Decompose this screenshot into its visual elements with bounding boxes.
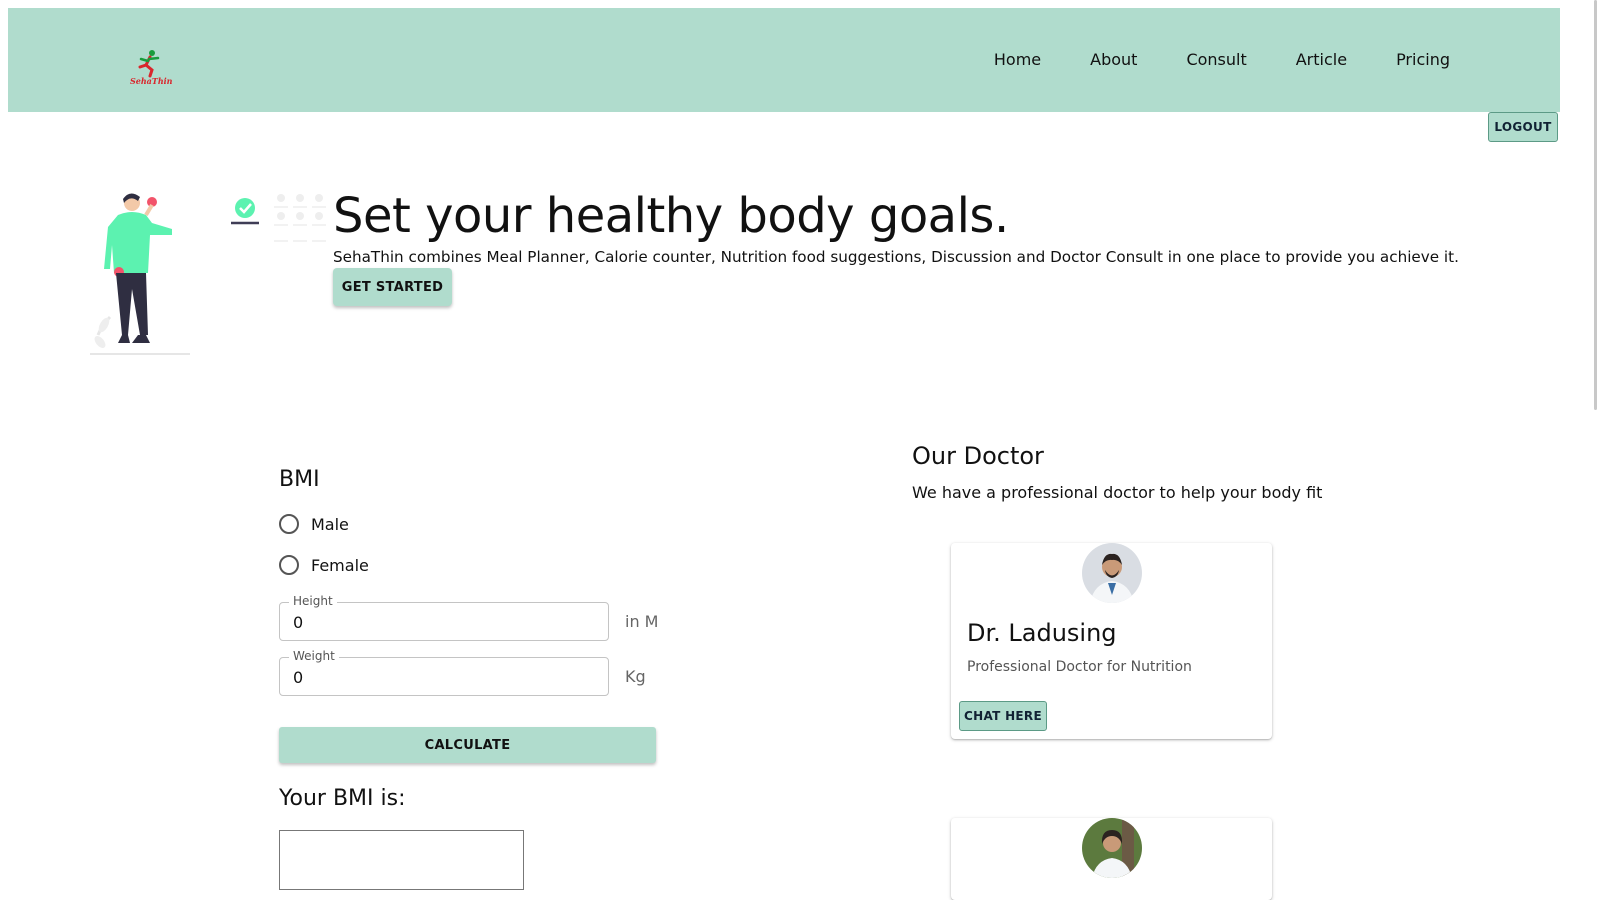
height-label: Height — [289, 594, 337, 608]
doctor-avatar — [1082, 543, 1142, 603]
top-navbar: SehaThin Home About Consult Article Pric… — [8, 8, 1560, 112]
radio-circle-icon[interactable] — [279, 555, 299, 575]
weight-label: Weight — [289, 649, 339, 663]
runner-logo-icon — [138, 50, 160, 78]
height-value[interactable]: 0 — [293, 613, 303, 632]
nav-links: Home About Consult Article Pricing — [945, 50, 1450, 69]
radio-circle-icon[interactable] — [279, 514, 299, 534]
nav-link-article[interactable]: Article — [1296, 50, 1347, 69]
nav-link-consult[interactable]: Consult — [1186, 50, 1246, 69]
scrollbar-thumb[interactable] — [1594, 0, 1597, 410]
brand-logo-text: SehaThin — [130, 76, 173, 86]
doctor-role: Professional Doctor for Nutrition — [967, 659, 1192, 675]
weight-unit: Kg — [625, 667, 646, 686]
weight-input[interactable]: Weight 0 — [279, 649, 609, 696]
gender-option-female[interactable]: Female — [279, 555, 369, 575]
doctor-avatar — [1082, 818, 1142, 878]
bmi-section-title: BMI — [279, 467, 320, 492]
logout-button[interactable]: LOGOUT — [1488, 112, 1558, 142]
gender-option-male[interactable]: Male — [279, 514, 349, 534]
page-scrollbar[interactable] — [1593, 0, 1600, 410]
chat-here-button[interactable]: CHAT HERE — [959, 701, 1047, 731]
bmi-result-title: Your BMI is: — [279, 786, 406, 811]
nav-link-pricing[interactable]: Pricing — [1396, 50, 1450, 69]
gender-label-male: Male — [311, 514, 349, 534]
doctor-name: Dr. Ladusing — [967, 619, 1117, 647]
doctors-section-title: Our Doctor — [912, 442, 1044, 470]
doctor-card: Dr. Ladusing Professional Doctor for Nut… — [951, 543, 1272, 739]
nav-link-home[interactable]: Home — [994, 50, 1041, 69]
doctors-section-subtitle: We have a professional doctor to help yo… — [912, 483, 1323, 502]
checklist-decoration — [230, 192, 330, 244]
weight-value[interactable]: 0 — [293, 668, 303, 687]
hero-person-illustration — [90, 185, 200, 360]
calculate-button[interactable]: CALCULATE — [279, 727, 656, 763]
height-unit: in M — [625, 612, 659, 631]
bmi-result-box — [279, 830, 524, 890]
gender-label-female: Female — [311, 555, 369, 575]
doctor-card — [951, 818, 1272, 900]
height-input[interactable]: Height 0 — [279, 594, 609, 641]
hero-subtitle: SehaThin combines Meal Planner, Calorie … — [333, 248, 1459, 266]
brand-logo[interactable]: SehaThin — [130, 48, 173, 88]
nav-link-about[interactable]: About — [1090, 50, 1137, 69]
get-started-button[interactable]: GET STARTED — [333, 268, 452, 306]
hero-title: Set your healthy body goals. — [333, 188, 1009, 244]
